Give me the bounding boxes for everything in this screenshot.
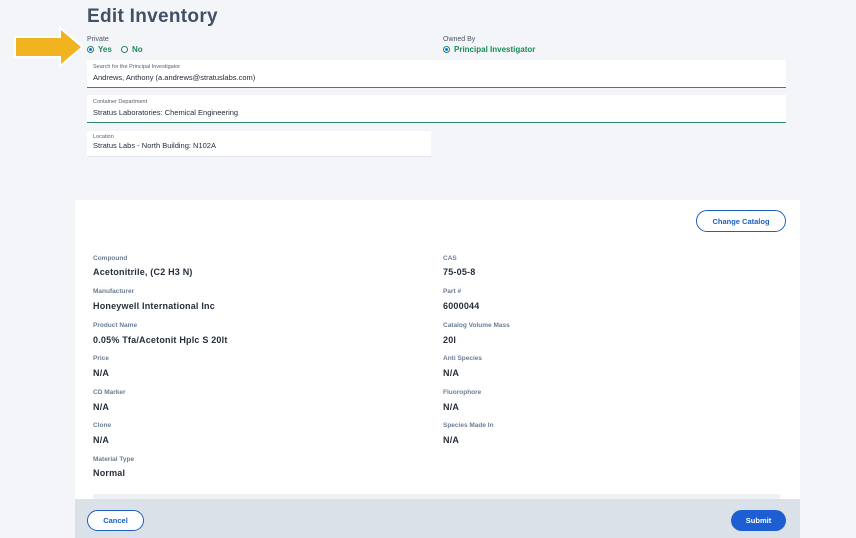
part-number-label: Part # [443, 288, 462, 295]
fluorophore-value: N/A [443, 402, 460, 412]
private-yes-label: Yes [98, 45, 112, 54]
anti-species-label: Anti Species [443, 355, 483, 362]
radio-selected-icon[interactable] [443, 46, 450, 53]
price-label: Price [93, 355, 109, 362]
owned-by-pi-label: Principal Investigator [454, 45, 536, 54]
cas-label: CAS [443, 255, 457, 262]
private-no-option[interactable]: No [121, 45, 143, 54]
location-field[interactable]: Location Stratus Labs - North Building: … [87, 131, 431, 157]
material-type-value: Normal [93, 468, 126, 478]
radio-unselected-icon[interactable] [121, 46, 128, 53]
container-department-label: Container Department [93, 99, 148, 105]
container-department-field[interactable]: Container Department Stratus Laboratorie… [87, 95, 786, 123]
catalog-volume-mass-value: 20l [443, 335, 457, 345]
footer-bar [75, 499, 800, 538]
cd-marker-label: CD Marker [93, 389, 126, 396]
manufacturer-label: Manufacturer [93, 288, 135, 295]
submit-button[interactable]: Submit [731, 510, 786, 531]
private-no-label: No [132, 45, 143, 54]
radio-selected-icon[interactable] [87, 46, 94, 53]
page-title: Edit Inventory [87, 6, 218, 27]
pi-search-label: Search for the Principal Investigator [93, 64, 181, 70]
product-name-label: Product Name [93, 322, 138, 329]
fluorophore-label: Fluorophore [443, 389, 482, 396]
change-catalog-button[interactable]: Change Catalog [696, 210, 786, 232]
compound-label: Compound [93, 255, 128, 262]
part-number-value: 6000044 [443, 301, 480, 311]
species-made-in-value: N/A [443, 435, 460, 445]
manufacturer-value: Honeywell International Inc [93, 301, 215, 311]
cd-marker-value: N/A [93, 402, 110, 412]
clone-label: Clone [93, 422, 112, 429]
owned-by-label: Owned By [443, 36, 476, 43]
anti-species-value: N/A [443, 368, 460, 378]
price-value: N/A [93, 368, 110, 378]
catalog-card [75, 200, 800, 500]
product-name-value: 0.05% Tfa/Acetonit Hplc S 20lt [93, 335, 228, 345]
private-yes-option[interactable]: Yes [87, 45, 112, 54]
catalog-volume-mass-label: Catalog Volume Mass [443, 322, 510, 329]
clone-value: N/A [93, 435, 110, 445]
species-made-in-label: Species Made In [443, 422, 494, 429]
pointer-arrow-icon [14, 26, 84, 68]
pi-search-value[interactable]: Andrews, Anthony (a.andrews@stratuslabs.… [93, 73, 255, 82]
location-label: Location [93, 134, 114, 140]
compound-value: Acetonitrile, (C2 H3 N) [93, 267, 193, 277]
private-label: Private [87, 36, 109, 43]
container-department-value[interactable]: Stratus Laboratories: Chemical Engineeri… [93, 108, 238, 117]
cancel-button[interactable]: Cancel [87, 510, 144, 531]
material-type-label: Material Type [93, 456, 135, 463]
owned-by-pi-option[interactable]: Principal Investigator [443, 45, 535, 54]
pi-search-field[interactable]: Search for the Principal Investigator An… [87, 60, 786, 88]
cas-value: 75-05-8 [443, 267, 476, 277]
location-value[interactable]: Stratus Labs - North Building: N102A [93, 141, 216, 150]
